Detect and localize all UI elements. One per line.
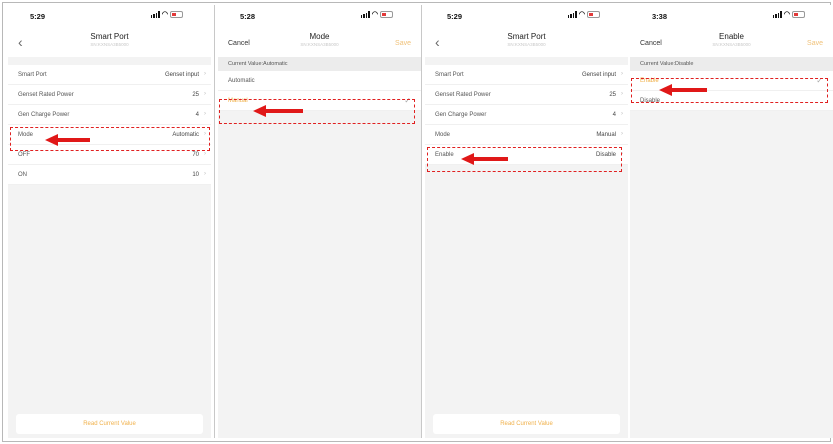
status-bar: 5:29 ◠ [8, 5, 211, 27]
row-label: Mode [435, 132, 451, 138]
row-value: 10 [192, 172, 199, 178]
signal-icon [150, 11, 160, 18]
battery-icon [792, 11, 805, 18]
status-time: 5:28 [240, 12, 256, 21]
status-bar: 5:28 ◠ [218, 5, 421, 27]
setting-row-mode[interactable]: Mode Manual › [425, 125, 628, 145]
arrow-annotation-icon [45, 134, 90, 146]
chevron-right-icon: › [204, 171, 206, 177]
arrow-annotation-icon [659, 84, 707, 96]
wifi-icon: ◠ [371, 11, 378, 18]
row-value: 25 [609, 92, 616, 98]
save-button[interactable]: Save [807, 40, 823, 47]
status-icons: ◠ [360, 11, 393, 18]
arrow-annotation-icon [253, 105, 303, 117]
row-label: Genset Rated Power [18, 92, 74, 98]
battery-icon [170, 11, 183, 18]
page-subtitle: SN:KXNSA3B5000 [712, 42, 751, 47]
phone-screen-mode: 5:28 ◠ Cancel Mode SN:KXNSA3B5000 Save C… [218, 5, 421, 438]
row-value: Genset input [164, 72, 199, 78]
setting-row-smart-port[interactable]: Smart Port Genset input › [425, 65, 628, 85]
read-current-value-button[interactable]: Read Current Value [16, 414, 203, 434]
battery-icon [587, 11, 600, 18]
page-subtitle: SN:KXNSA3B5000 [300, 42, 339, 47]
highlight-box-enable [427, 147, 622, 172]
current-value-label: Current Value:Automatic [218, 57, 421, 71]
chevron-right-icon: › [204, 111, 206, 117]
phone-screen-enable: 3:38 ◠ Cancel Enable SN:KXNSA3B5000 Save… [630, 5, 833, 438]
option-automatic[interactable]: Automatic [218, 71, 421, 91]
page-title: Smart Port [507, 32, 546, 41]
page-subtitle: SN:KXNSA3B5000 [507, 42, 546, 47]
row-label: Gen Charge Power [435, 112, 487, 118]
row-value: 4 [195, 112, 199, 118]
row-label: Smart Port [18, 72, 47, 78]
status-icons: ◠ [150, 11, 183, 18]
read-current-value-button[interactable]: Read Current Value [433, 414, 620, 434]
chevron-right-icon: › [621, 71, 623, 77]
setting-row-genset-rated-power[interactable]: Genset Rated Power 25 › [425, 85, 628, 105]
status-time: 5:29 [447, 12, 463, 21]
signal-icon [772, 11, 782, 18]
row-value: 4 [612, 112, 616, 118]
save-button[interactable]: Save [395, 40, 411, 47]
wifi-icon: ◠ [161, 11, 168, 18]
status-icons: ◠ [772, 11, 805, 18]
setting-row-gen-charge-power[interactable]: Gen Charge Power 4 › [8, 105, 211, 125]
panel-divider [421, 5, 422, 438]
row-label: Smart Port [435, 72, 464, 78]
status-time: 3:38 [652, 12, 668, 21]
row-value: 25 [192, 92, 199, 98]
setting-row-genset-rated-power[interactable]: Genset Rated Power 25 › [8, 85, 211, 105]
chevron-right-icon: › [621, 111, 623, 117]
option-label: Automatic [228, 78, 255, 84]
nav-bar: ‹ Smart Port SN:KXNSA3B5000 [425, 27, 628, 57]
chevron-right-icon: › [204, 151, 206, 157]
nav-title-block: Enable SN:KXNSA3B5000 [630, 32, 833, 47]
page-title: Enable [719, 32, 744, 41]
row-label: OFF [18, 152, 30, 158]
nav-title-block: Mode SN:KXNSA3B5000 [218, 32, 421, 47]
highlight-box-manual [219, 99, 415, 124]
wifi-icon: ◠ [578, 11, 585, 18]
nav-bar: ‹ Smart Port SN:KXNSA3B5000 [8, 27, 211, 57]
nav-bar: Cancel Enable SN:KXNSA3B5000 Save [630, 27, 833, 57]
signal-icon [360, 11, 370, 18]
setting-row-gen-charge-power[interactable]: Gen Charge Power 4 › [425, 105, 628, 125]
row-label: Gen Charge Power [18, 112, 70, 118]
status-bar: 3:38 ◠ [630, 5, 833, 27]
highlight-box-mode [10, 127, 210, 151]
current-value-label: Current Value:Disable [630, 57, 833, 71]
phone-screen-smart-port-2: 5:29 ◠ ‹ Smart Port SN:KXNSA3B5000 Smart… [425, 5, 628, 438]
setting-row-on[interactable]: ON 10 › [8, 165, 211, 185]
nav-title-block: Smart Port SN:KXNSA3B5000 [425, 32, 628, 47]
nav-bar: Cancel Mode SN:KXNSA3B5000 Save [218, 27, 421, 57]
row-label: ON [18, 172, 27, 178]
arrow-annotation-icon [461, 153, 508, 165]
chevron-right-icon: › [621, 91, 623, 97]
page-title: Smart Port [90, 32, 129, 41]
signal-icon [567, 11, 577, 18]
phone-screen-smart-port-1: 5:29 ◠ ‹ Smart Port SN:KXNSA3B5000 Smart… [8, 5, 211, 438]
setting-row-smart-port[interactable]: Smart Port Genset input › [8, 65, 211, 85]
chevron-right-icon: › [204, 91, 206, 97]
nav-title-block: Smart Port SN:KXNSA3B5000 [8, 32, 211, 47]
row-value: Manual [596, 132, 616, 138]
chevron-right-icon: › [621, 131, 623, 137]
chevron-right-icon: › [204, 71, 206, 77]
status-icons: ◠ [567, 11, 600, 18]
page-subtitle: SN:KXNSA3B5000 [90, 42, 129, 47]
row-value: 70 [192, 152, 199, 158]
panel-divider [214, 5, 215, 438]
status-time: 5:29 [30, 12, 46, 21]
battery-icon [380, 11, 393, 18]
wifi-icon: ◠ [783, 11, 790, 18]
row-label: Genset Rated Power [435, 92, 491, 98]
row-value: Genset input [581, 72, 616, 78]
page-title: Mode [309, 32, 330, 41]
status-bar: 5:29 ◠ [425, 5, 628, 27]
